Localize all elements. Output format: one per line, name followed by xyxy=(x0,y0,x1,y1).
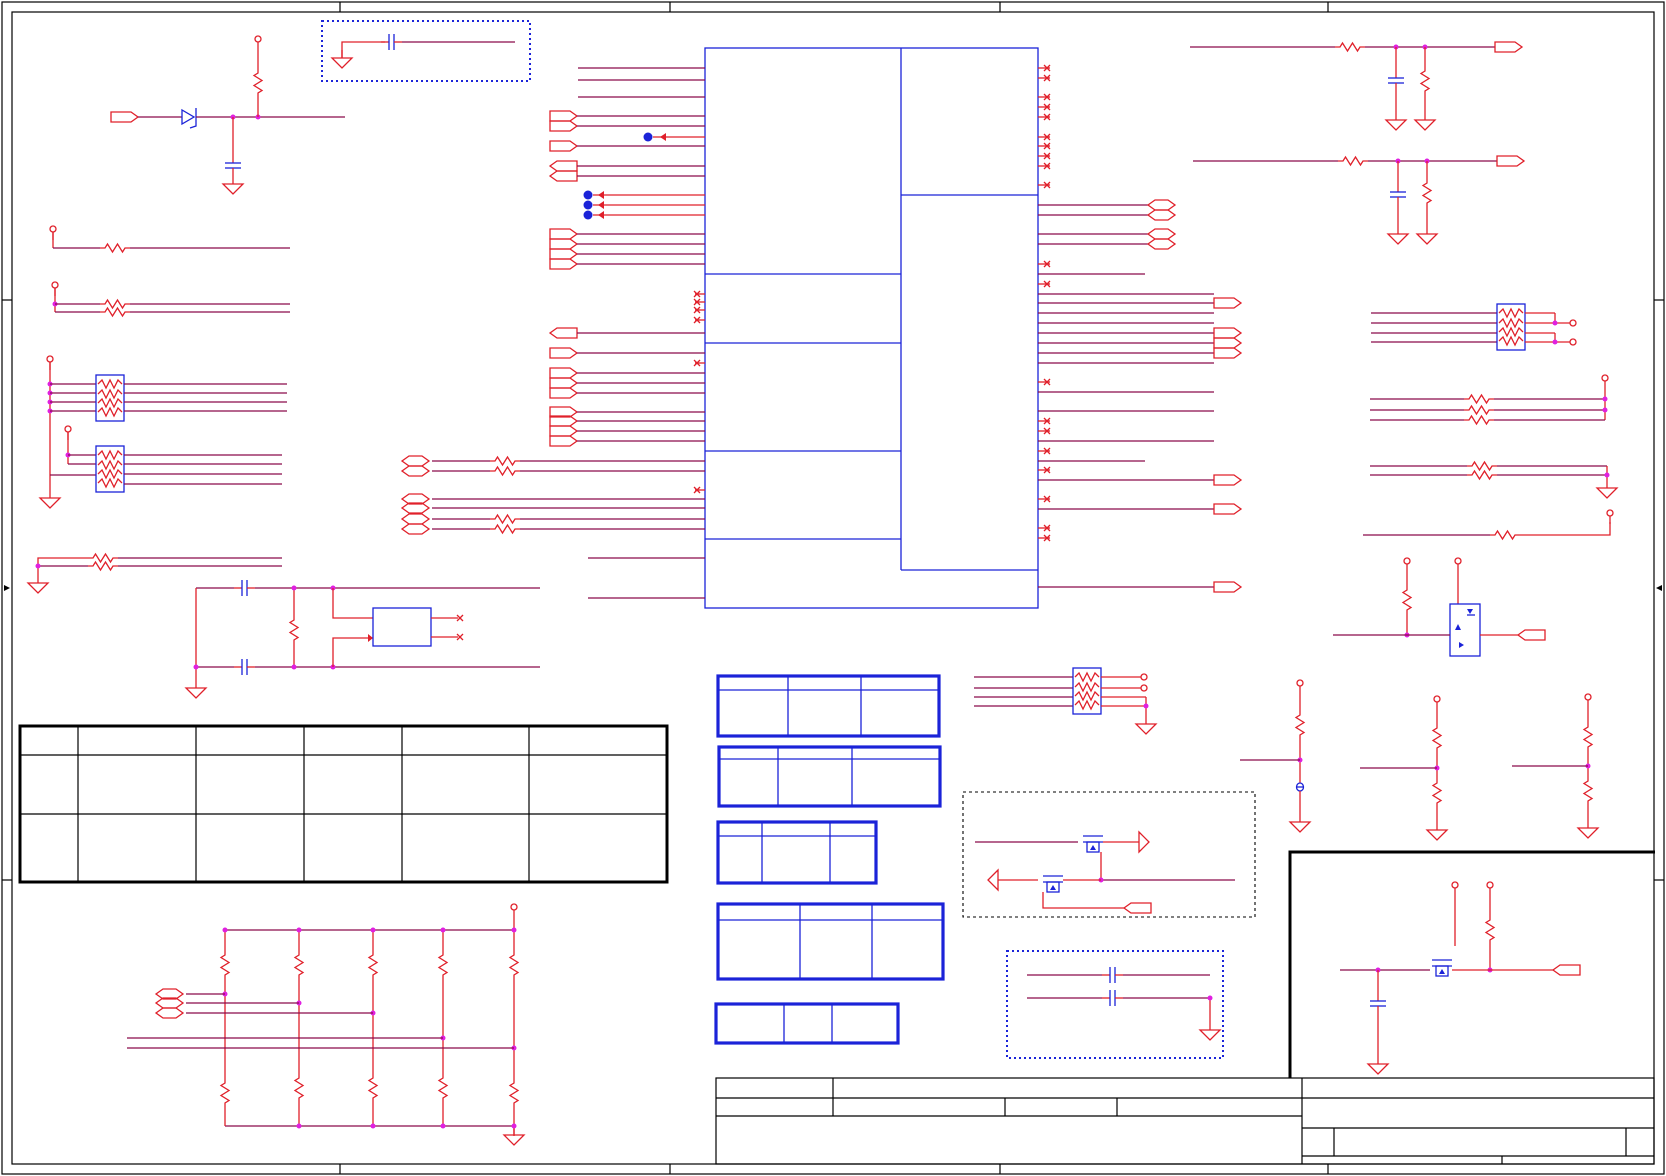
pullup-resistors-left xyxy=(49,225,290,317)
resistor-network-left-2 xyxy=(50,425,282,493)
main-ic xyxy=(704,47,1039,609)
resistor-network-left-1 xyxy=(39,355,287,509)
zener-circuit xyxy=(110,35,345,195)
resistor-network-right-1 xyxy=(1371,303,1577,351)
crystal-circuit xyxy=(185,579,540,699)
option-table-2 xyxy=(717,745,942,808)
schematic-sheet xyxy=(1,1,1665,1175)
option-table-1 xyxy=(716,674,941,738)
reset-fet-circuit xyxy=(1288,850,1655,1078)
resistor-network-middle xyxy=(974,667,1157,735)
decoupling-cap-block xyxy=(321,20,531,82)
rc-filter-2 xyxy=(1193,155,1525,245)
config-table-left xyxy=(18,724,669,884)
title-block xyxy=(715,1077,1655,1165)
divider-2 xyxy=(1360,695,1448,841)
resistor-right-4 xyxy=(1363,509,1614,540)
fet-switch-block xyxy=(962,791,1256,918)
resistor-pair-ground xyxy=(27,553,282,594)
rc-filter-1 xyxy=(1190,41,1523,131)
divider-1 xyxy=(1240,679,1311,833)
ic-right-pins xyxy=(1038,64,1242,593)
ic-left-pins xyxy=(401,67,705,599)
option-table-3 xyxy=(716,820,878,885)
option-table-5 xyxy=(714,1002,900,1045)
dual-transistor-circuit xyxy=(1333,557,1546,657)
strap-resistor-array xyxy=(127,903,525,1146)
resistor-group-right-3 xyxy=(1370,461,1618,499)
divider-3 xyxy=(1512,693,1599,839)
decoupling-cap-block-2 xyxy=(1006,950,1224,1059)
option-table-4 xyxy=(716,902,945,981)
resistor-group-right-2 xyxy=(1370,374,1609,425)
